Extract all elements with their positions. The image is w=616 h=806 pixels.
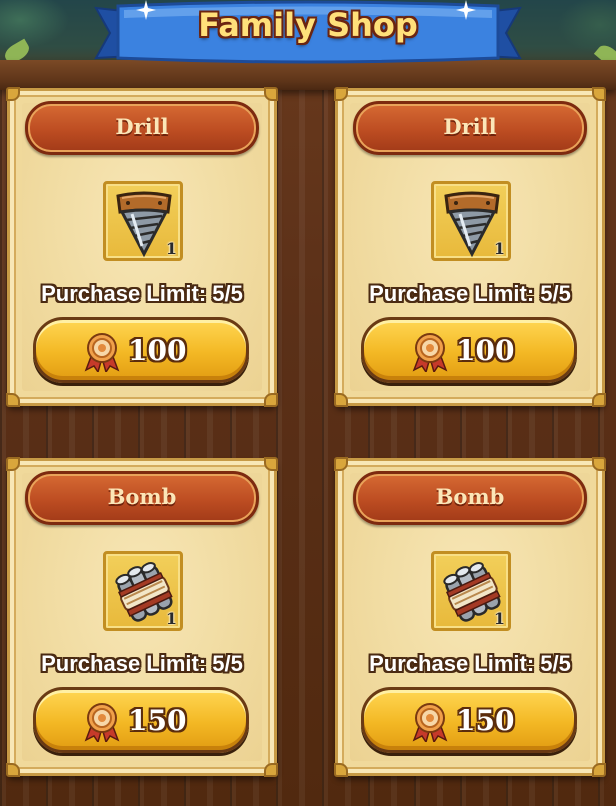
medal-icon — [84, 703, 120, 742]
buy-button[interactable]: 150 — [33, 687, 249, 753]
card-corner — [264, 393, 278, 407]
shop-item-card: Drill 1 Purchase Limit: 5/5 100 — [334, 87, 606, 407]
purchase-limit: Purchase Limit: 5/5 — [41, 651, 243, 676]
medal-icon — [412, 333, 448, 372]
card-corner — [592, 393, 606, 407]
price-label: 150 — [128, 704, 187, 737]
medal-icon — [84, 333, 120, 372]
card-corner — [6, 87, 20, 101]
card-corner — [6, 393, 20, 407]
card-corner — [334, 393, 348, 407]
item-name: Drill — [115, 114, 169, 139]
shop-item-card: Bomb 1 Purchase Limit: 5/5 150 — [334, 457, 606, 777]
purchase-limit: Purchase Limit: 5/5 — [369, 281, 571, 306]
card-corner — [334, 763, 348, 777]
card-corner — [6, 763, 20, 777]
item-slot[interactable]: 1 — [431, 551, 511, 631]
card-corner — [592, 457, 606, 471]
title-banner: Family Shop — [92, 0, 524, 66]
page-title: Family Shop — [198, 6, 418, 44]
card-corner — [334, 457, 348, 471]
buy-button[interactable]: 100 — [361, 317, 577, 383]
item-name-plate: Drill — [25, 101, 259, 155]
price-label: 100 — [456, 334, 515, 367]
buy-button[interactable]: 150 — [361, 687, 577, 753]
item-quantity: 1 — [165, 609, 177, 628]
purchase-limit: Purchase Limit: 5/5 — [369, 651, 571, 676]
card-corner — [592, 87, 606, 101]
item-name: Bomb — [435, 484, 505, 509]
card-corner — [264, 457, 278, 471]
purchase-limit: Purchase Limit: 5/5 — [41, 281, 243, 306]
item-quantity: 1 — [165, 239, 177, 258]
card-corner — [592, 763, 606, 777]
item-quantity: 1 — [493, 609, 505, 628]
item-slot[interactable]: 1 — [103, 551, 183, 631]
card-corner — [6, 457, 20, 471]
item-name-plate: Bomb — [25, 471, 259, 525]
card-corner — [264, 87, 278, 101]
item-name: Bomb — [107, 484, 177, 509]
card-corner — [334, 87, 348, 101]
item-name-plate: Drill — [353, 101, 587, 155]
item-name: Drill — [443, 114, 497, 139]
item-quantity: 1 — [493, 239, 505, 258]
price-label: 150 — [456, 704, 515, 737]
price-label: 100 — [128, 334, 187, 367]
card-corner — [264, 763, 278, 777]
item-slot[interactable]: 1 — [431, 181, 511, 261]
medal-icon — [412, 703, 448, 742]
item-name-plate: Bomb — [353, 471, 587, 525]
shop-item-card: Drill 1 Purchase Limit: 5/5 100 — [6, 87, 278, 407]
buy-button[interactable]: 100 — [33, 317, 249, 383]
shop-item-card: Bomb 1 Purchase Limit: 5/5 150 — [6, 457, 278, 777]
item-slot[interactable]: 1 — [103, 181, 183, 261]
